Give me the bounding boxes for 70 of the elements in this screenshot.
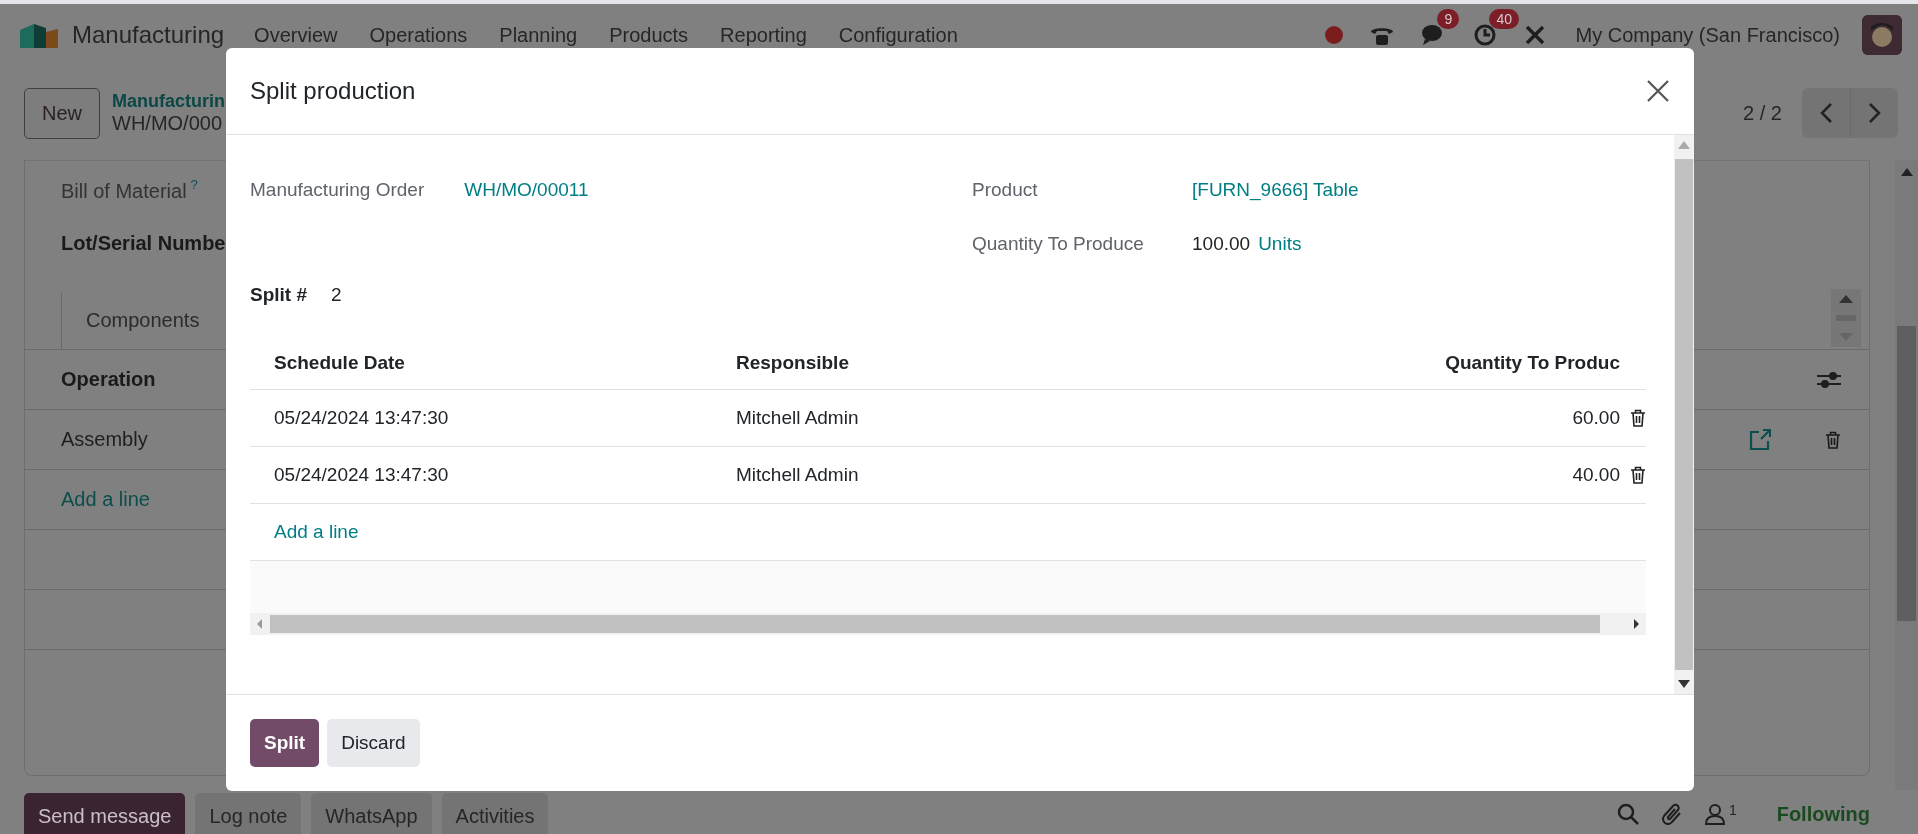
add-line-link[interactable]: Add a line	[61, 488, 150, 511]
message-count-badge: 9	[1437, 9, 1460, 29]
table-cell-text: Mitchell Admin	[736, 407, 860, 429]
tab-scroller[interactable]	[1831, 289, 1862, 347]
add-line-link[interactable]: Add a line	[274, 521, 359, 543]
field-label: Bill of Material	[61, 179, 187, 203]
chevron-left-icon	[1819, 102, 1833, 124]
menu-item[interactable]: Overview	[254, 23, 338, 47]
dialog-scrollbar[interactable]	[1674, 135, 1694, 694]
field-label: Lot/Serial Numbe	[61, 231, 226, 255]
table-cell-text: 40.00	[1571, 464, 1620, 486]
order-link[interactable]: WH/MO/00011	[464, 179, 589, 201]
product-link[interactable]: [FURN_9666] Table	[1192, 179, 1359, 201]
app-logo-icon[interactable]	[20, 22, 60, 48]
field-value: 100.00	[1192, 233, 1251, 255]
horizontal-scrollbar[interactable]	[250, 613, 1646, 635]
avatar-icon[interactable]	[1862, 15, 1902, 55]
search-icon[interactable]	[1616, 803, 1639, 825]
table-cell-text: 60.00	[1571, 407, 1620, 429]
following-button[interactable]: Following	[1776, 802, 1870, 826]
chatter-button[interactable]: Log note	[195, 793, 302, 834]
chatter-button[interactable]: Activities	[441, 793, 549, 834]
trash-icon[interactable]	[1825, 430, 1842, 449]
status-dot-icon[interactable]	[1325, 26, 1344, 44]
field-label: Quantity To Produce	[972, 233, 1145, 255]
scroll-up-icon[interactable]	[1900, 168, 1913, 176]
scroll-up-icon[interactable]	[1839, 295, 1854, 303]
record-name: WH/MO/000	[112, 112, 224, 135]
person-icon[interactable]	[1704, 803, 1725, 825]
app-name[interactable]: Manufacturing	[72, 21, 225, 49]
field-label: Split #	[250, 284, 307, 306]
column-header[interactable]: Quantity To Produc	[1296, 352, 1620, 374]
external-link-icon[interactable]	[1749, 428, 1772, 451]
menu-item[interactable]: Reporting	[720, 23, 807, 47]
clock-icon[interactable]	[1473, 23, 1498, 47]
field-label: Product	[972, 179, 1039, 201]
dialog-title: Split production	[250, 77, 416, 105]
chatter-button[interactable]: Send message	[24, 793, 186, 834]
breadcrumb-link[interactable]: Manufacturin	[112, 91, 226, 112]
follower-count: 1	[1728, 802, 1737, 818]
table-cell-text: 05/24/2024 13:47:30	[273, 407, 450, 429]
notebook-tab[interactable]: Components	[61, 292, 206, 349]
menu-item[interactable]: Products	[609, 23, 689, 47]
table-cell-text: 05/24/2024 13:47:30	[273, 464, 450, 486]
unit-link[interactable]: Units	[1258, 233, 1302, 255]
chatter-button[interactable]: WhatsApp	[311, 793, 432, 834]
sliders-icon[interactable]	[1817, 369, 1842, 390]
column-header[interactable]: Responsible	[736, 352, 1296, 374]
table-cell-text: Mitchell Admin	[736, 464, 860, 486]
field-value: 2	[331, 284, 342, 306]
delete-icon[interactable]	[1630, 466, 1646, 484]
new-button[interactable]: New	[24, 87, 100, 139]
dialog-button[interactable]: Discard	[327, 719, 420, 767]
chevron-right-icon	[1867, 102, 1882, 124]
paperclip-icon[interactable]	[1660, 802, 1683, 826]
column-header[interactable]: Schedule Date	[250, 352, 736, 374]
help-tooltip[interactable]: ?	[190, 177, 198, 192]
page-scrollbar[interactable]	[1895, 160, 1918, 790]
scroll-down-icon[interactable]	[1678, 680, 1690, 688]
delete-icon[interactable]	[1630, 409, 1646, 427]
pager-counter[interactable]: 2 / 2	[1743, 101, 1782, 125]
table-cell-text: Assembly	[61, 428, 149, 451]
menu-item[interactable]: Configuration	[838, 23, 958, 47]
menu-item[interactable]: Planning	[499, 23, 578, 47]
company-name[interactable]: My Company (San Francisco)	[1575, 23, 1840, 47]
menu-item[interactable]: Operations	[369, 23, 468, 47]
field-label: Manufacturing Order	[250, 179, 425, 201]
activity-count-badge: 40	[1489, 9, 1520, 29]
dialog-button[interactable]: Split	[250, 719, 320, 767]
close-button[interactable]	[1646, 79, 1670, 103]
